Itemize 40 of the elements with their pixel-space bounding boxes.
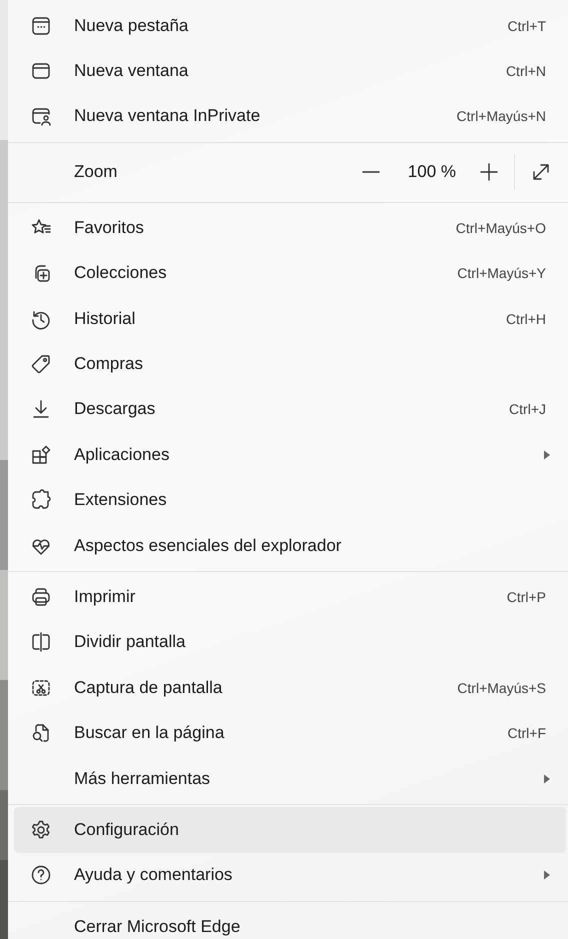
split-screen-icon	[30, 631, 52, 654]
menu-item[interactable]: Configuración	[14, 807, 566, 853]
shortcut: Ctrl+Mayús+O	[456, 220, 547, 236]
menu-item[interactable]: Imprimir Ctrl+P	[14, 574, 566, 620]
menu-item[interactable]: Compras	[14, 341, 566, 387]
menu-item[interactable]: Nueva pestaña Ctrl+T	[14, 3, 566, 48]
help-icon	[30, 864, 52, 886]
menu-item[interactable]: Buscar en la página Ctrl+F	[14, 710, 566, 756]
puzzle-icon	[30, 489, 52, 512]
shortcut: Ctrl+Mayús+N	[456, 108, 547, 124]
menu-item[interactable]: Cerrar Microsoft Edge	[14, 904, 566, 939]
menu-item[interactable]: Colecciones Ctrl+Mayús+Y	[14, 250, 566, 296]
shortcut: Ctrl+J	[509, 401, 547, 418]
menu-item[interactable]: Dividir pantalla	[14, 620, 566, 666]
menu-item[interactable]: Extensiones	[14, 478, 566, 523]
menu-item[interactable]: Aplicaciones	[14, 432, 566, 478]
apps-icon	[30, 444, 52, 466]
menu-item[interactable]: Nueva ventana InPrivate Ctrl+Mayús+N	[14, 94, 566, 140]
menu-item[interactable]: Descargas Ctrl+J	[14, 386, 566, 432]
shortcut: Ctrl+N	[506, 63, 547, 80]
menu-item[interactable]: Más herramientas	[14, 756, 566, 802]
menu-item[interactable]: Nueva ventana Ctrl+N	[14, 48, 566, 94]
shortcut: Ctrl+P	[506, 588, 547, 605]
menu-item[interactable]: Historial Ctrl+H	[14, 296, 566, 342]
browser-tab-icon	[30, 14, 52, 37]
plus-icon[interactable]	[478, 161, 500, 184]
menu-item[interactable]: Aspectos esenciales del explorador	[14, 522, 566, 568]
shortcut: Ctrl+Mayús+Y	[457, 265, 547, 282]
zoom-label: Zoom	[74, 162, 118, 182]
tag-icon	[30, 353, 52, 376]
zoom-level: 100 %	[408, 162, 456, 182]
shortcut: Ctrl+F	[508, 725, 547, 742]
menu-item[interactable]: Favoritos Ctrl+Mayús+O	[14, 205, 566, 251]
menu-item[interactable]: Ayuda y comentarios	[14, 852, 566, 898]
shortcut: Ctrl+T	[508, 18, 547, 34]
settings-icon	[30, 818, 52, 841]
printer-icon	[30, 586, 52, 608]
shortcut: Ctrl+Mayús+S	[457, 680, 547, 696]
menu-item[interactable]: Captura de pantalla Ctrl+Mayús+S	[14, 665, 566, 710]
shortcut: Ctrl+H	[506, 310, 547, 327]
